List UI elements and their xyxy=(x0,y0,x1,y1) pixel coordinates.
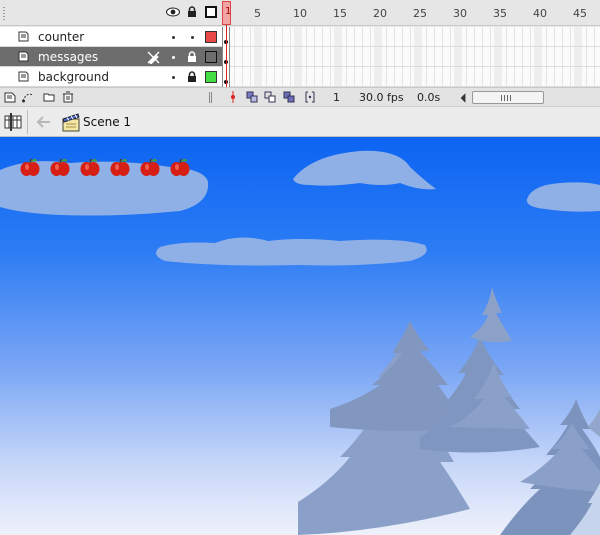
motion-guide-icon[interactable] xyxy=(22,91,34,103)
frames-row-background[interactable] xyxy=(222,67,600,87)
frame-number: 10 xyxy=(293,7,307,20)
pencil-icon[interactable] xyxy=(147,51,160,64)
apple-icon xyxy=(170,158,190,176)
trash-icon[interactable] xyxy=(62,91,74,103)
cloud-top xyxy=(293,150,436,190)
scene-name[interactable]: Scene 1 xyxy=(83,115,131,129)
eye-icon[interactable] xyxy=(166,5,180,19)
frame-rate[interactable]: 30.0 fps xyxy=(359,91,404,104)
lock-icon[interactable] xyxy=(187,71,197,83)
layer-name[interactable]: counter xyxy=(38,30,84,44)
visibility-toggle[interactable] xyxy=(172,76,175,79)
tree xyxy=(470,287,512,343)
visibility-toggle[interactable] xyxy=(172,36,175,39)
lock-icon[interactable] xyxy=(187,51,197,63)
edit-bar-divider xyxy=(27,110,28,134)
timeline-header: 5 10 15 20 25 30 35 40 45 xyxy=(0,0,600,26)
timeline-toggle-icon[interactable] xyxy=(4,113,22,131)
back-arrow-icon[interactable] xyxy=(37,116,51,128)
frame-number: 40 xyxy=(533,7,547,20)
onion-skin-outlines-icon[interactable] xyxy=(264,91,276,103)
lock-icon[interactable] xyxy=(185,5,199,19)
layer-name[interactable]: messages xyxy=(38,50,98,64)
playhead-line xyxy=(226,25,227,88)
visibility-toggle[interactable] xyxy=(172,56,175,59)
panel-grip[interactable] xyxy=(3,7,5,21)
scroll-left-arrow-icon[interactable] xyxy=(457,92,469,104)
apple-icon xyxy=(140,158,160,176)
edit-multiple-frames-icon[interactable] xyxy=(283,91,295,103)
frames-row-counter[interactable] xyxy=(222,27,600,47)
timeline-panel: 5 10 15 20 25 30 35 40 45 1 counter mess… xyxy=(0,0,600,106)
stage-artwork xyxy=(0,150,600,535)
onion-skin-icon[interactable] xyxy=(246,91,258,103)
tree xyxy=(588,409,600,437)
modify-markers-icon[interactable] xyxy=(304,91,316,103)
stage-canvas[interactable] xyxy=(0,137,600,535)
folder-icon[interactable] xyxy=(43,91,55,103)
new-layer-icon[interactable] xyxy=(4,91,16,103)
layer-icon xyxy=(18,51,29,62)
frame-number: 5 xyxy=(254,7,261,20)
outline-icon[interactable] xyxy=(204,5,218,19)
timeline-footer: 1 30.0 fps 0.0s xyxy=(0,87,600,106)
lock-toggle[interactable] xyxy=(191,36,194,39)
divider-grip[interactable] xyxy=(209,92,213,103)
cloud-right xyxy=(526,182,600,212)
current-frame: 1 xyxy=(333,91,340,104)
edit-bar: Scene 1 xyxy=(0,106,600,137)
trees xyxy=(298,287,600,535)
frame-number: 25 xyxy=(413,7,427,20)
elapsed-time: 0.0s xyxy=(417,91,441,104)
outline-color-swatch[interactable] xyxy=(205,31,217,43)
apple-icon xyxy=(80,158,100,176)
frame-number: 15 xyxy=(333,7,347,20)
layer-row-counter[interactable]: counter xyxy=(0,27,222,47)
frame-number: 35 xyxy=(493,7,507,20)
apple-icon xyxy=(110,158,130,176)
layer-icon xyxy=(18,31,29,42)
timeline-horizontal-scrollbar[interactable] xyxy=(472,91,544,104)
scrollbar-thumb-grip[interactable] xyxy=(501,95,513,101)
scene-clapperboard-icon xyxy=(62,113,80,132)
layer-row-messages[interactable]: messages xyxy=(0,47,222,67)
cloud-middle xyxy=(156,237,427,266)
outline-color-swatch[interactable] xyxy=(205,71,217,83)
playhead-frame-label: 1 xyxy=(225,6,232,17)
tree xyxy=(520,423,600,492)
frame-number: 20 xyxy=(373,7,387,20)
layer-name[interactable]: background xyxy=(38,70,109,84)
frame-number: 45 xyxy=(573,7,587,20)
layer-icon xyxy=(18,71,29,82)
frames-row-messages[interactable] xyxy=(222,47,600,67)
outline-color-swatch[interactable] xyxy=(205,51,217,63)
frame-number: 30 xyxy=(453,7,467,20)
center-frame-icon[interactable] xyxy=(227,91,239,103)
layer-row-background[interactable]: background xyxy=(0,67,222,87)
